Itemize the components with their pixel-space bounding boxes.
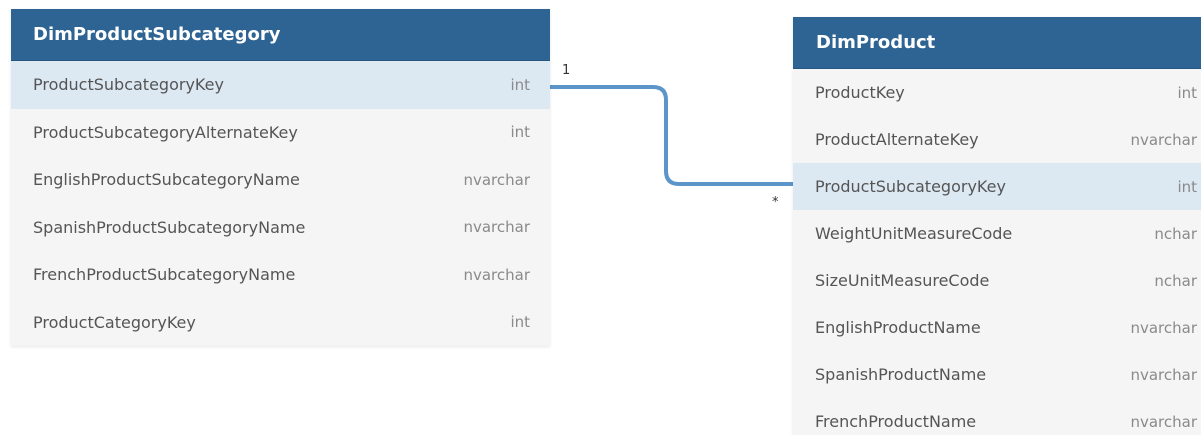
column-type: int xyxy=(510,123,530,142)
column-type: nvarchar xyxy=(463,265,530,284)
table-dimproduct[interactable]: DimProduct ProductKey int ProductAlterna… xyxy=(793,17,1201,435)
column-row-productsubcategorykey[interactable]: ProductSubcategoryKey int xyxy=(11,61,550,109)
column-name: ProductSubcategoryAlternateKey xyxy=(33,122,298,142)
column-row-productalternatekey[interactable]: ProductAlternateKey nvarchar xyxy=(793,116,1201,163)
column-row-productsubcategorykey[interactable]: ProductSubcategoryKey int xyxy=(793,163,1201,210)
column-row-sizeunitmeasurecode[interactable]: SizeUnitMeasureCode nchar xyxy=(793,257,1201,304)
column-name: SpanishProductName xyxy=(815,365,987,384)
column-type: int xyxy=(1177,177,1197,196)
column-type: nvarchar xyxy=(1130,130,1197,149)
column-name: ProductAlternateKey xyxy=(815,130,979,149)
column-row-weightunitmeasurecode[interactable]: WeightUnitMeasureCode nchar xyxy=(793,210,1201,257)
column-name: EnglishProductSubcategoryName xyxy=(33,170,300,190)
column-name: EnglishProductName xyxy=(815,318,981,337)
column-name: ProductKey xyxy=(815,83,905,102)
column-row-productcategorykey[interactable]: ProductCategoryKey int xyxy=(11,299,550,347)
column-name: SpanishProductSubcategoryName xyxy=(33,217,306,237)
relationship-line[interactable] xyxy=(550,85,793,186)
column-name: FrenchProductSubcategoryName xyxy=(33,265,296,285)
column-row-productsubcategoryalternatekey[interactable]: ProductSubcategoryAlternateKey int xyxy=(11,109,550,157)
table-header[interactable]: DimProductSubcategory xyxy=(11,9,550,61)
column-row-englishproductsubcategoryname[interactable]: EnglishProductSubcategoryName nvarchar xyxy=(11,156,550,204)
column-type: nchar xyxy=(1154,224,1197,243)
column-name: ProductCategoryKey xyxy=(33,312,196,332)
column-name: WeightUnitMeasureCode xyxy=(815,224,1013,243)
column-name: FrenchProductName xyxy=(815,412,977,431)
column-name: ProductSubcategoryKey xyxy=(33,75,224,95)
column-name: SizeUnitMeasureCode xyxy=(815,271,990,290)
column-row-frenchproductsubcategoryname[interactable]: FrenchProductSubcategoryName nvarchar xyxy=(11,251,550,299)
column-type: nvarchar xyxy=(1130,318,1197,337)
column-type: int xyxy=(510,313,530,332)
column-row-productkey[interactable]: ProductKey int xyxy=(793,69,1201,116)
cardinality-one-label: 1 xyxy=(562,63,571,78)
column-type: int xyxy=(1177,83,1197,102)
cardinality-many-label: * xyxy=(772,195,779,210)
column-type: nvarchar xyxy=(1130,412,1197,431)
column-row-englishproductname[interactable]: EnglishProductName nvarchar xyxy=(793,304,1201,351)
column-type: nvarchar xyxy=(463,170,530,189)
column-type: nchar xyxy=(1154,271,1197,290)
column-type: nvarchar xyxy=(1130,365,1197,384)
column-row-frenchproductname[interactable]: FrenchProductName nvarchar xyxy=(793,398,1201,435)
table-header[interactable]: DimProduct xyxy=(793,17,1201,69)
column-row-spanishproductname[interactable]: SpanishProductName nvarchar xyxy=(793,351,1201,398)
column-row-spanishproductsubcategoryname[interactable]: SpanishProductSubcategoryName nvarchar xyxy=(11,204,550,252)
column-name: ProductSubcategoryKey xyxy=(815,177,1006,196)
column-type: nvarchar xyxy=(463,218,530,237)
table-dimproductsubcategory[interactable]: DimProductSubcategory ProductSubcategory… xyxy=(11,9,550,346)
column-type: int xyxy=(510,75,530,94)
